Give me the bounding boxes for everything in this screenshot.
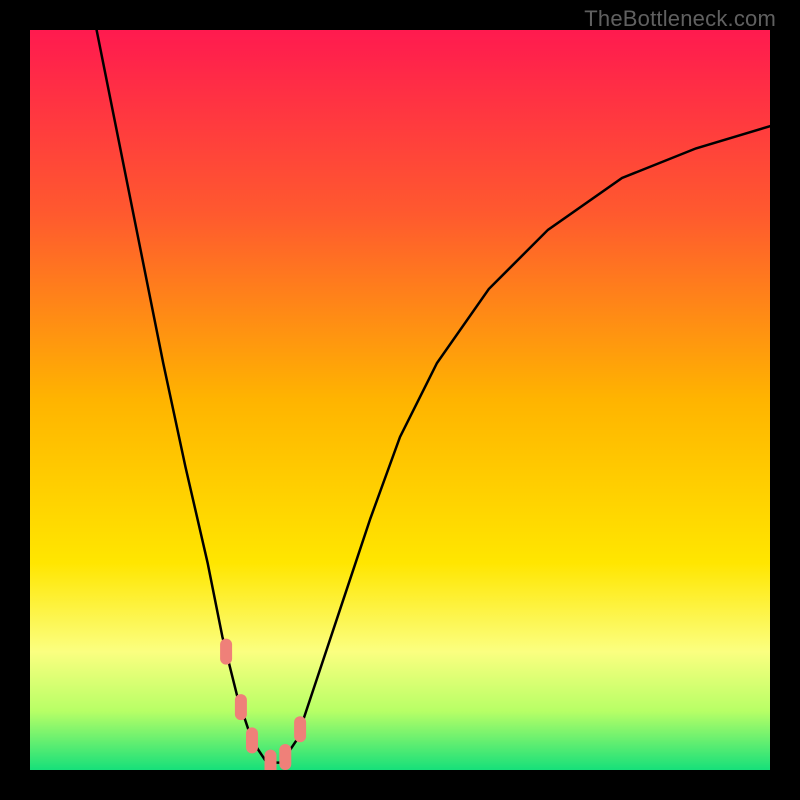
highlight-marker (220, 639, 232, 665)
highlight-marker (246, 727, 258, 753)
chart-frame: TheBottleneck.com (0, 0, 800, 800)
bottleneck-chart (30, 30, 770, 770)
highlight-marker (235, 694, 247, 720)
highlight-marker (265, 750, 277, 770)
attribution-text: TheBottleneck.com (584, 6, 776, 32)
highlight-marker (279, 744, 291, 770)
gradient-backdrop (30, 30, 770, 770)
highlight-marker (294, 716, 306, 742)
